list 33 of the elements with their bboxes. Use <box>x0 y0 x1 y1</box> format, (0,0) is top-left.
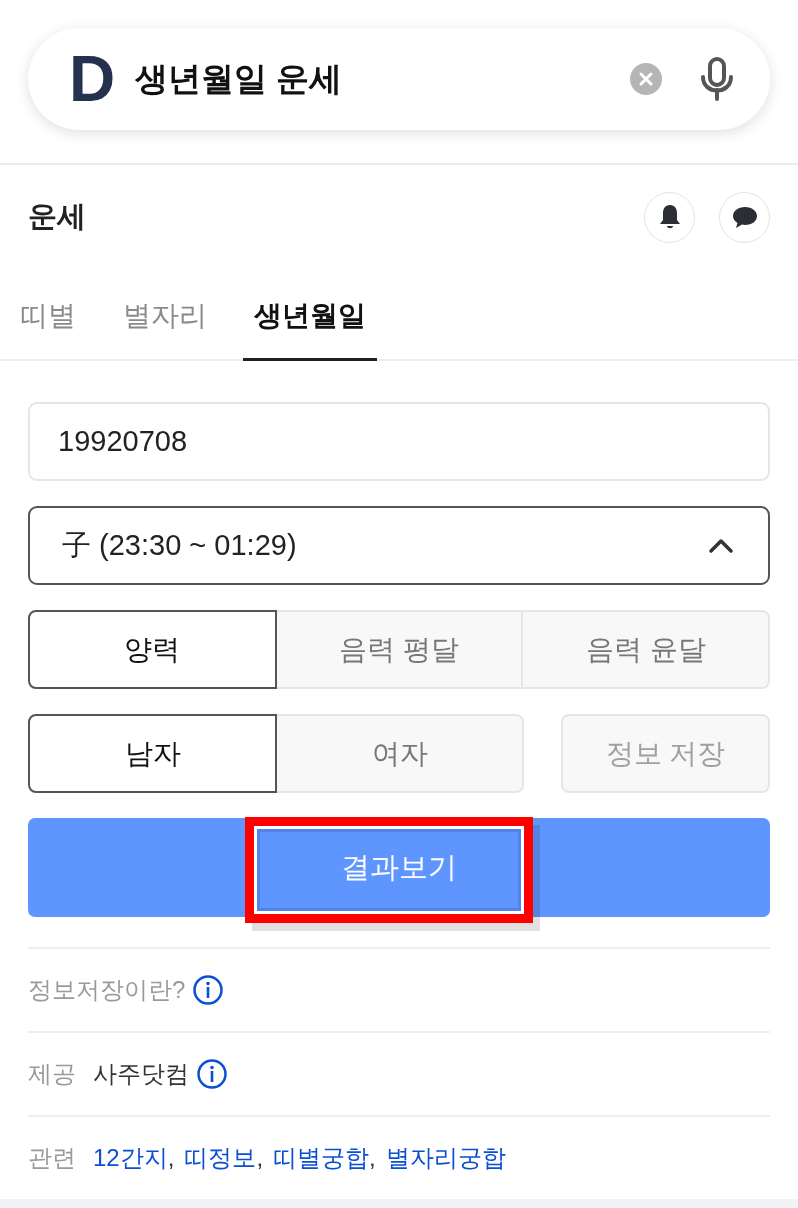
related-link[interactable]: 띠정보 <box>184 1142 257 1174</box>
link-separator: , <box>369 1144 376 1172</box>
info-icon[interactable] <box>197 1059 227 1089</box>
birthdate-input[interactable]: 19920708 <box>28 402 770 481</box>
help-label: 정보저장이란? <box>28 975 186 1005</box>
clear-icon <box>630 63 662 95</box>
provider-name: 사주닷컴 <box>93 1059 189 1089</box>
related-link[interactable]: 띠별궁합 <box>273 1142 370 1174</box>
gender-option[interactable]: 남자 <box>28 714 277 793</box>
provider-label: 제공 <box>28 1059 76 1089</box>
tab[interactable]: 별자리 <box>112 269 218 361</box>
section-title: 운세 <box>28 199 86 234</box>
site-logo[interactable]: D <box>69 47 114 111</box>
link-separator: , <box>167 1144 175 1172</box>
chat-button[interactable] <box>719 191 770 243</box>
link-separator: , <box>256 1144 264 1172</box>
bell-icon <box>658 204 681 230</box>
related-link[interactable]: 별자리궁합 <box>385 1142 506 1174</box>
microphone-icon <box>700 57 734 101</box>
birth-time-select[interactable]: 子 (23:30 ~ 01:29) <box>28 506 770 585</box>
tab[interactable]: 띠별 <box>9 269 87 361</box>
calendar-option[interactable]: 양력 <box>28 610 277 689</box>
calendar-option[interactable]: 음력 평달 <box>274 610 524 689</box>
info-icon[interactable] <box>193 975 224 1005</box>
voice-search-button[interactable] <box>700 57 734 101</box>
gender-option[interactable]: 여자 <box>275 714 524 793</box>
related-link[interactable]: 12간지 <box>93 1142 168 1174</box>
notification-button[interactable] <box>644 191 695 243</box>
search-input[interactable]: 생년월일 운세 <box>135 60 630 98</box>
calendar-option[interactable]: 음력 윤달 <box>521 610 770 689</box>
tab[interactable]: 생년월일 <box>243 269 377 361</box>
chat-bubble-icon <box>731 205 758 229</box>
related-label: 관련 <box>28 1143 76 1173</box>
